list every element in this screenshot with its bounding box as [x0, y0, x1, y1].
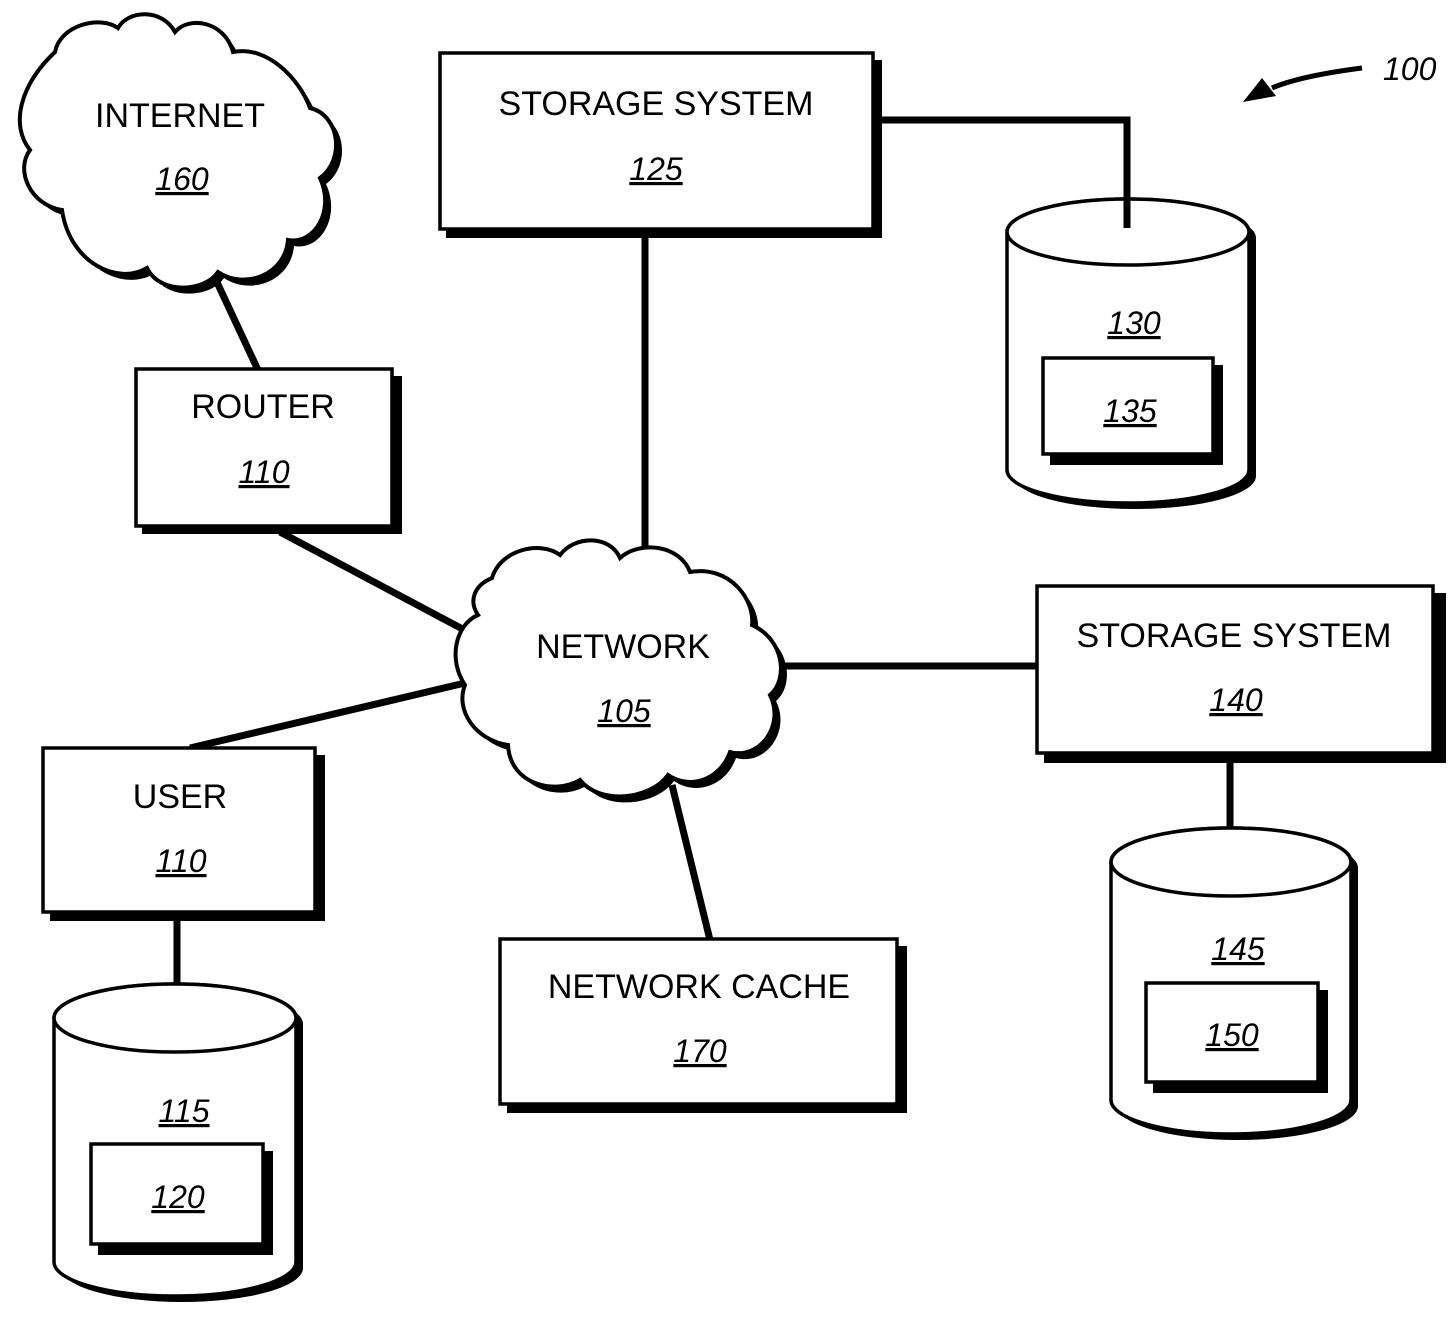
user-box [41, 746, 317, 914]
storage-125-box [438, 51, 875, 231]
network-cache-ref: 170 [673, 1033, 727, 1069]
network-cache-box [498, 937, 899, 1106]
disk-145-top [1109, 826, 1353, 898]
disk-120-ref: 120 [151, 1179, 205, 1215]
storage-140-label: STORAGE SYSTEM [1077, 617, 1392, 655]
disk-130-ref: 130 [1107, 305, 1161, 341]
router-ref: 110 [238, 454, 289, 490]
user: USER 110 [41, 746, 325, 921]
network-label: NETWORK [536, 628, 710, 666]
user-label: USER [133, 778, 227, 816]
disk-145: 145 150 [1109, 826, 1358, 1140]
disk-130: 130 135 [1005, 197, 1256, 509]
internet-cloud: INTERNET 160 [17, 12, 343, 294]
network-cache: NETWORK CACHE 170 [498, 937, 907, 1113]
disk-145-ref: 145 [1211, 931, 1265, 967]
network-cloud: NETWORK 105 [453, 538, 787, 803]
figure-ref-arrowhead-icon [1243, 78, 1276, 102]
storage-140-ref: 140 [1209, 682, 1263, 718]
internet-cloud-shape [17, 12, 338, 290]
edge-internet-router [211, 276, 262, 372]
disk-115-ref: 115 [158, 1093, 209, 1129]
figure-ref-number: 100 [1383, 51, 1437, 87]
disk-150-ref: 150 [1205, 1017, 1259, 1053]
internet-ref: 160 [155, 161, 209, 197]
network-ref: 105 [597, 693, 651, 729]
edge-cache-network [668, 784, 714, 941]
router-label: ROUTER [191, 388, 335, 426]
router: ROUTER 110 [134, 367, 402, 534]
disk-115: 115 120 [52, 982, 303, 1302]
storage-system-140: STORAGE SYSTEM 140 [1035, 584, 1446, 763]
network-cache-label: NETWORK CACHE [548, 968, 850, 1006]
storage-125-label: STORAGE SYSTEM [499, 85, 814, 123]
edge-user-network [189, 679, 466, 752]
figure-ref-arrow-icon [1271, 65, 1363, 91]
user-ref: 110 [155, 843, 206, 879]
edge-router-network [278, 528, 472, 637]
figure-ref: 100 [1243, 51, 1437, 102]
storage-140-box [1035, 584, 1435, 755]
disk-135-ref: 135 [1103, 393, 1157, 429]
internet-label: INTERNET [95, 97, 265, 135]
disk-115-top [52, 982, 298, 1054]
storage-125-ref: 125 [629, 151, 683, 187]
network-diagram: 100 INTERNET 160 STORAGE SYSTEM 125 130 … [17, 12, 1446, 1302]
storage-system-125: STORAGE SYSTEM 125 [438, 51, 882, 238]
